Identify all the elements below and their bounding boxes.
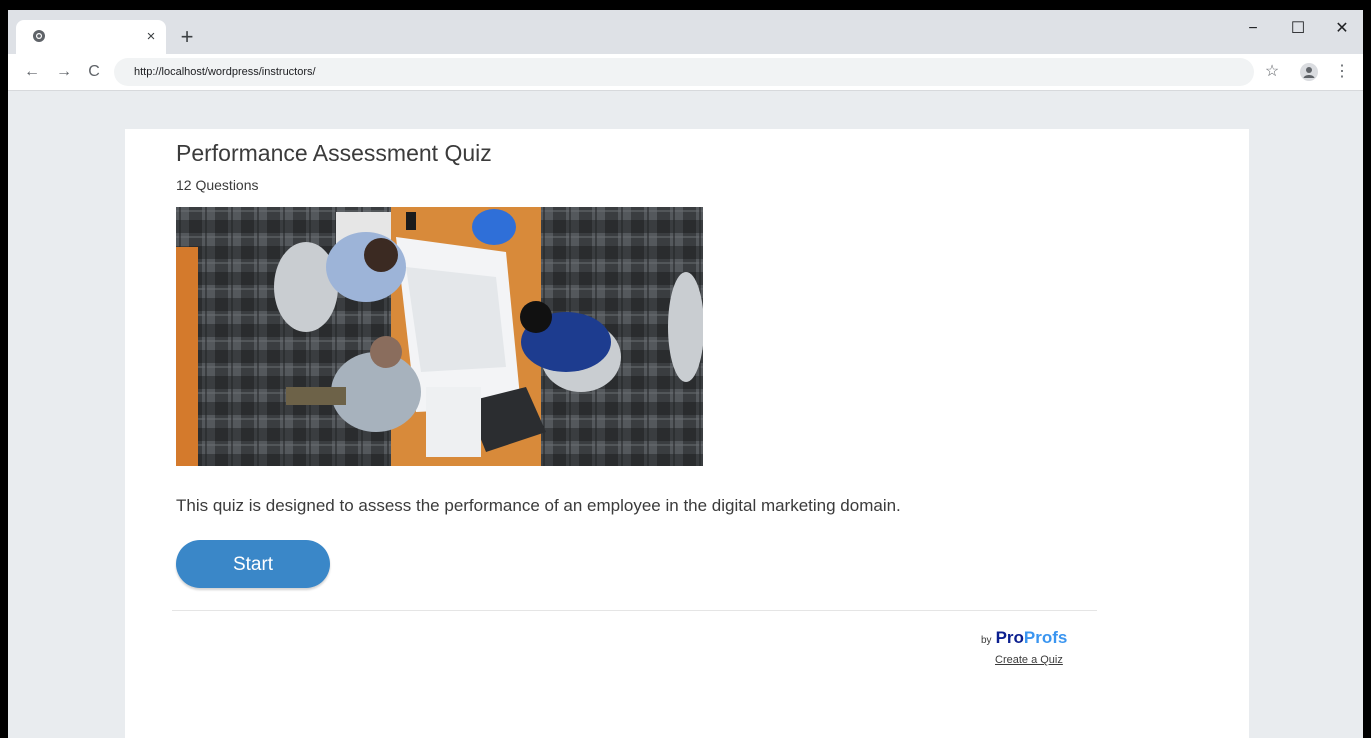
profile-avatar-icon[interactable]: [1300, 63, 1318, 81]
url-text[interactable]: http://localhost/wordpress/instructors/: [134, 58, 316, 86]
menu-dots-icon[interactable]: ⋮: [1330, 60, 1354, 84]
browser-tab[interactable]: ×: [16, 20, 166, 54]
brand-profs-text: Profs: [1023, 628, 1068, 647]
browser-window: × + − ☐ ✕ ← → C http://localhost/wordpre…: [8, 10, 1363, 738]
brand-pro-text: Pro: [995, 628, 1024, 647]
office-meeting-photo: [176, 207, 703, 466]
minimize-icon[interactable]: −: [1235, 16, 1271, 42]
footer-divider: [172, 610, 1097, 611]
quiz-cover-image: [176, 207, 703, 466]
forward-icon[interactable]: →: [52, 60, 76, 84]
start-button[interactable]: Start: [176, 540, 330, 588]
reload-icon[interactable]: C: [82, 60, 106, 84]
question-count: 12 Questions: [176, 177, 259, 193]
quiz-card: Performance Assessment Quiz 12 Questions: [125, 129, 1249, 738]
person-icon: [1303, 67, 1315, 78]
tab-strip: × + − ☐ ✕: [8, 10, 1363, 54]
globe-icon: [33, 30, 45, 42]
proprofs-brand[interactable]: by ProProfs: [981, 628, 1067, 648]
page-viewport: Performance Assessment Quiz 12 Questions: [8, 91, 1363, 738]
close-window-icon[interactable]: ✕: [1324, 16, 1360, 42]
bookmark-star-icon[interactable]: ☆: [1260, 60, 1284, 84]
create-quiz-link[interactable]: Create a Quiz: [995, 654, 1063, 666]
quiz-title: Performance Assessment Quiz: [176, 140, 492, 166]
address-bar[interactable]: http://localhost/wordpress/instructors/: [114, 58, 1254, 86]
back-icon[interactable]: ←: [20, 60, 44, 84]
browser-toolbar: ← → C http://localhost/wordpress/instruc…: [8, 54, 1363, 91]
maximize-icon[interactable]: ☐: [1280, 16, 1316, 42]
tab-close-icon[interactable]: ×: [142, 28, 160, 46]
quiz-description: This quiz is designed to assess the perf…: [176, 496, 901, 515]
new-tab-icon[interactable]: +: [176, 26, 198, 48]
brand-by-text: by: [981, 635, 992, 646]
